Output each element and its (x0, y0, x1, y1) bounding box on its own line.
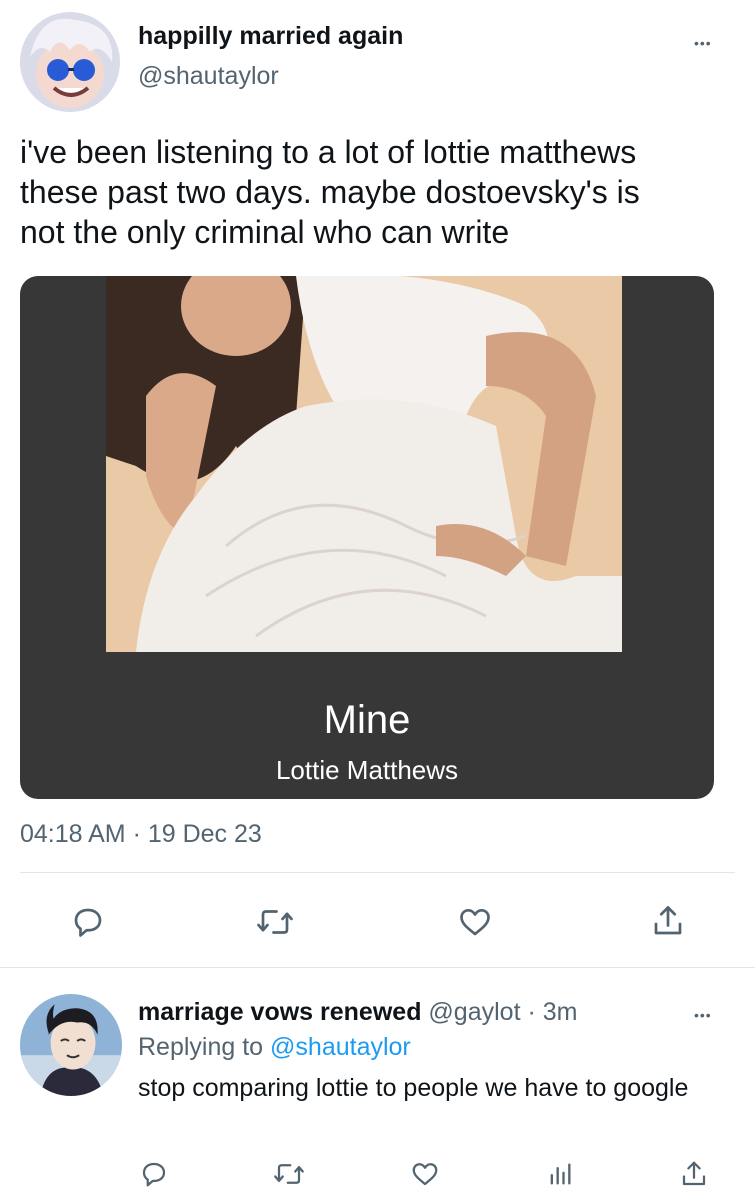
reply-text: stop comparing lottie to people we have … (138, 1074, 689, 1102)
share-button[interactable] (646, 898, 690, 944)
reply-separator: · (527, 998, 536, 1026)
reply-author-handle[interactable]: @gaylot (428, 998, 520, 1026)
song-title: Mine (323, 698, 411, 742)
more-dots-icon[interactable]: ••• (694, 1008, 712, 1022)
heart-icon (412, 1163, 438, 1186)
reply-retweet-button[interactable] (269, 1156, 309, 1192)
like-button[interactable] (453, 900, 497, 944)
reply-time[interactable]: 3m (543, 998, 578, 1026)
reply-share-button[interactable] (676, 1155, 712, 1193)
tweet-text: i've been listening to a lot of lottie m… (20, 134, 640, 250)
reply-author-avatar[interactable] (20, 994, 122, 1096)
reply-header: marriage vows renewed @gaylot · 3m (138, 998, 577, 1027)
analytics-icon (550, 1163, 571, 1185)
retweet-button[interactable] (250, 900, 300, 944)
replying-to: Replying to @shautaylor (138, 1033, 411, 1062)
reply-like-button[interactable] (407, 1156, 443, 1192)
author-avatar[interactable] (20, 12, 120, 112)
reply-reply-button[interactable] (136, 1156, 172, 1192)
author-name[interactable]: happilly married again (138, 22, 403, 51)
replying-to-handle[interactable]: @shautaylor (270, 1033, 411, 1061)
share-icon (682, 1161, 706, 1186)
reply-button[interactable] (66, 900, 110, 944)
reply-analytics-button[interactable] (542, 1156, 578, 1192)
more-dots-icon[interactable]: ••• (694, 36, 712, 50)
song-artist: Lottie Matthews (275, 755, 459, 785)
retweet-icon (274, 1164, 304, 1184)
album-cover-image (106, 276, 622, 652)
divider (0, 967, 755, 968)
speech-bubble-icon (74, 908, 102, 937)
divider (20, 872, 735, 873)
music-card[interactable]: Mine Lottie Matthews (20, 276, 714, 799)
retweet-icon (257, 910, 293, 934)
heart-icon (460, 908, 490, 936)
author-handle[interactable]: @shautaylor (138, 62, 279, 91)
reply-author-name[interactable]: marriage vows renewed (138, 998, 421, 1026)
share-icon (654, 906, 682, 935)
tweet-timestamp[interactable]: 04:18 AM · 19 Dec 23 (20, 820, 262, 849)
replying-to-label: Replying to (138, 1033, 264, 1061)
speech-bubble-icon (142, 1162, 166, 1187)
